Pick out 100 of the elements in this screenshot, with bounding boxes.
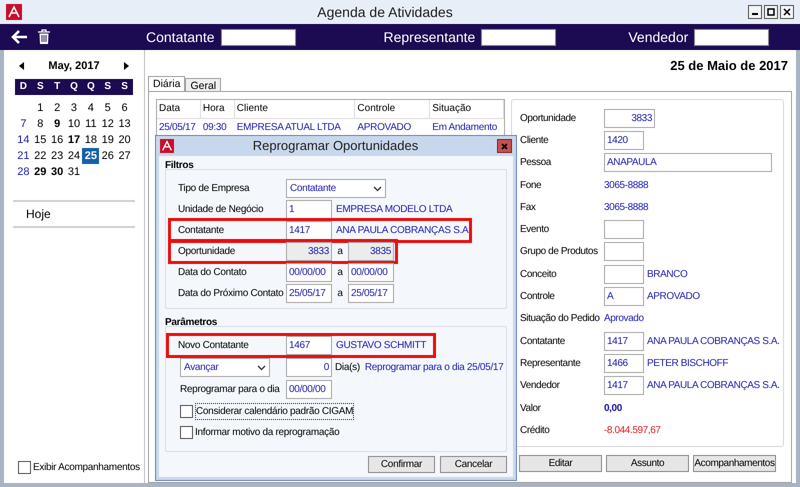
- column-header[interactable]: Controle: [355, 100, 430, 118]
- weekday-label: Q: [69, 80, 79, 94]
- trash-icon[interactable]: [38, 29, 50, 45]
- back-arrow-icon[interactable]: [11, 30, 28, 44]
- filter-label: Contatante: [146, 28, 214, 46]
- column-header[interactable]: Cliente: [234, 100, 356, 118]
- input-field[interactable]: 00/00/00: [286, 263, 332, 282]
- dialog-button[interactable]: Confirmar: [368, 456, 435, 473]
- calendar-day[interactable]: 8: [32, 116, 49, 132]
- calendar-day[interactable]: 27: [116, 148, 133, 164]
- calendar-day[interactable]: 15: [32, 132, 49, 148]
- column-header[interactable]: Data: [157, 100, 201, 118]
- calendar-day[interactable]: 10: [66, 116, 82, 132]
- input-field[interactable]: [604, 242, 644, 262]
- calendar-day[interactable]: 17: [66, 132, 82, 148]
- table-cell-text: Em Andamento: [431, 121, 498, 135]
- calendar-day[interactable]: 4: [82, 100, 100, 116]
- calendar-day[interactable]: 19: [99, 132, 116, 148]
- input-field[interactable]: 3835: [348, 242, 394, 261]
- input-field[interactable]: 1420: [604, 130, 644, 150]
- input-field[interactable]: 1417: [604, 376, 644, 396]
- calendar-day[interactable]: 24: [66, 148, 82, 164]
- input-field[interactable]: 00/00/00: [286, 380, 332, 399]
- calendar-day[interactable]: 30: [48, 164, 66, 180]
- calendar-day[interactable]: 3: [66, 100, 82, 116]
- window-title: Agenda de Atividades: [316, 2, 454, 22]
- input-field[interactable]: 25/05/17: [348, 284, 394, 303]
- input-field[interactable]: 25/05/17: [286, 284, 332, 303]
- calendar-day[interactable]: 6: [116, 100, 133, 116]
- maximize-button[interactable]: [764, 5, 778, 19]
- dropdown[interactable]: Avançar: [180, 358, 270, 377]
- checkbox[interactable]: [180, 426, 193, 438]
- field-label: Fone: [520, 178, 542, 193]
- calendar-day[interactable]: 22: [32, 148, 49, 164]
- range-separator: a: [336, 245, 344, 259]
- column-header[interactable]: Hora: [200, 100, 235, 118]
- next-month-icon[interactable]: [124, 62, 129, 70]
- input-field[interactable]: [604, 220, 644, 240]
- field-value: 3065-8888: [604, 200, 648, 215]
- calendar-day[interactable]: 9: [48, 116, 66, 132]
- table-cell-text: EMPRESA ATUAL LTDA: [236, 121, 342, 135]
- checkbox-label: Exibir Acompanhamentos: [33, 461, 140, 475]
- field-label: Reprogramar para o dia: [180, 383, 281, 397]
- calendar-day[interactable]: 21: [15, 148, 32, 164]
- input-field[interactable]: 1417: [604, 332, 644, 351]
- tab[interactable]: Diária: [148, 76, 186, 91]
- calendar-day[interactable]: 13: [116, 116, 133, 132]
- calendar-day[interactable]: 31: [66, 164, 82, 180]
- filter-field[interactable]: [694, 28, 770, 46]
- calendar-day[interactable]: 26: [99, 148, 116, 164]
- field-label: Unidade de Negócio: [178, 203, 264, 217]
- input-field[interactable]: 1417: [286, 221, 332, 240]
- column-header[interactable]: Situação: [430, 100, 504, 118]
- input-field[interactable]: 1: [286, 200, 332, 219]
- minimize-button[interactable]: [748, 5, 762, 19]
- input-field[interactable]: 1466: [604, 354, 644, 373]
- calendar-day[interactable]: 11: [82, 116, 100, 132]
- input-field[interactable]: 3833: [286, 242, 332, 261]
- dropdown[interactable]: Contatante: [286, 179, 386, 198]
- calendar-day[interactable]: 18: [82, 132, 100, 148]
- calendar-day[interactable]: 20: [116, 132, 133, 148]
- weekday-label: Q: [86, 80, 96, 94]
- field-label: Representante: [520, 356, 582, 371]
- input-field[interactable]: A: [604, 287, 644, 306]
- action-button[interactable]: Acompanhamentos: [693, 455, 776, 472]
- calendar-day[interactable]: 25: [82, 148, 100, 164]
- calendar-day[interactable]: 1: [32, 100, 49, 116]
- calendar-day[interactable]: 14: [15, 132, 32, 148]
- previous-month-icon[interactable]: [19, 62, 24, 70]
- calendar-day[interactable]: 23: [48, 148, 66, 164]
- calendar-day[interactable]: 29: [32, 164, 49, 180]
- action-button[interactable]: Assunto: [606, 455, 689, 472]
- calendar-day[interactable]: 28: [15, 164, 32, 180]
- dialog-button[interactable]: Cancelar: [440, 456, 507, 473]
- input-field[interactable]: 3833: [604, 108, 655, 128]
- today-link[interactable]: Hoje: [26, 205, 51, 223]
- input-field[interactable]: [604, 264, 644, 284]
- tab[interactable]: Geral: [185, 78, 222, 91]
- calendar-day[interactable]: 16: [48, 132, 66, 148]
- filter-field[interactable]: [481, 28, 556, 46]
- input-field[interactable]: ANAPAULA: [604, 153, 772, 172]
- weekday-label: S: [103, 80, 112, 94]
- app-logo-icon: [6, 4, 22, 20]
- checkbox[interactable]: [18, 461, 31, 474]
- input-field[interactable]: 0: [286, 358, 332, 377]
- filter-field[interactable]: [220, 28, 296, 46]
- month-title: May, 2017: [48, 58, 100, 74]
- calendar-day[interactable]: 12: [99, 116, 116, 132]
- input-field[interactable]: 00/00/00: [348, 263, 394, 282]
- input-field[interactable]: 1467: [286, 336, 332, 355]
- close-button[interactable]: [780, 5, 794, 19]
- field-value: -8.044.597,67: [604, 424, 661, 438]
- action-button[interactable]: Editar: [519, 455, 602, 472]
- caret-icon: [257, 364, 266, 370]
- checkbox[interactable]: [180, 404, 193, 418]
- reschedule-note: Reprogramar para o dia 25/05/17: [364, 361, 504, 375]
- field-label: Crédito: [520, 424, 550, 438]
- calendar-day[interactable]: 7: [15, 116, 32, 132]
- calendar-day[interactable]: 5: [99, 100, 116, 116]
- calendar-day[interactable]: 2: [48, 100, 66, 116]
